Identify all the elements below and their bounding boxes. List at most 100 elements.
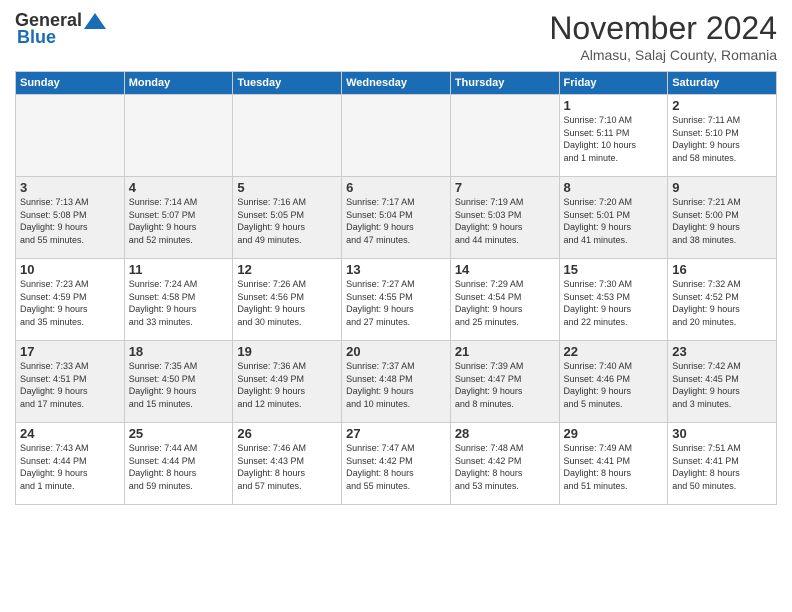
day-info: Sunrise: 7:30 AM Sunset: 4:53 PM Dayligh… (564, 278, 664, 328)
day-number: 29 (564, 426, 664, 441)
day-info: Sunrise: 7:43 AM Sunset: 4:44 PM Dayligh… (20, 442, 120, 492)
day-info: Sunrise: 7:32 AM Sunset: 4:52 PM Dayligh… (672, 278, 772, 328)
weekday-header: Wednesday (342, 72, 451, 95)
day-number: 1 (564, 98, 664, 113)
day-number: 26 (237, 426, 337, 441)
day-info: Sunrise: 7:10 AM Sunset: 5:11 PM Dayligh… (564, 114, 664, 164)
calendar-cell: 4Sunrise: 7:14 AM Sunset: 5:07 PM Daylig… (124, 177, 233, 259)
calendar-week-row: 24Sunrise: 7:43 AM Sunset: 4:44 PM Dayli… (16, 423, 777, 505)
day-number: 8 (564, 180, 664, 195)
calendar-cell: 20Sunrise: 7:37 AM Sunset: 4:48 PM Dayli… (342, 341, 451, 423)
day-info: Sunrise: 7:46 AM Sunset: 4:43 PM Dayligh… (237, 442, 337, 492)
calendar-cell: 12Sunrise: 7:26 AM Sunset: 4:56 PM Dayli… (233, 259, 342, 341)
day-info: Sunrise: 7:26 AM Sunset: 4:56 PM Dayligh… (237, 278, 337, 328)
day-number: 9 (672, 180, 772, 195)
calendar-cell: 1Sunrise: 7:10 AM Sunset: 5:11 PM Daylig… (559, 95, 668, 177)
calendar-cell: 5Sunrise: 7:16 AM Sunset: 5:05 PM Daylig… (233, 177, 342, 259)
day-info: Sunrise: 7:17 AM Sunset: 5:04 PM Dayligh… (346, 196, 446, 246)
day-number: 19 (237, 344, 337, 359)
day-number: 21 (455, 344, 555, 359)
title-block: November 2024 Almasu, Salaj County, Roma… (549, 10, 777, 63)
calendar-cell: 27Sunrise: 7:47 AM Sunset: 4:42 PM Dayli… (342, 423, 451, 505)
calendar-cell: 15Sunrise: 7:30 AM Sunset: 4:53 PM Dayli… (559, 259, 668, 341)
day-number: 23 (672, 344, 772, 359)
calendar-cell: 22Sunrise: 7:40 AM Sunset: 4:46 PM Dayli… (559, 341, 668, 423)
day-number: 27 (346, 426, 446, 441)
day-info: Sunrise: 7:27 AM Sunset: 4:55 PM Dayligh… (346, 278, 446, 328)
calendar-cell: 29Sunrise: 7:49 AM Sunset: 4:41 PM Dayli… (559, 423, 668, 505)
day-number: 7 (455, 180, 555, 195)
day-number: 4 (129, 180, 229, 195)
day-info: Sunrise: 7:35 AM Sunset: 4:50 PM Dayligh… (129, 360, 229, 410)
day-info: Sunrise: 7:16 AM Sunset: 5:05 PM Dayligh… (237, 196, 337, 246)
day-number: 22 (564, 344, 664, 359)
calendar-table: SundayMondayTuesdayWednesdayThursdayFrid… (15, 71, 777, 505)
day-number: 20 (346, 344, 446, 359)
day-number: 17 (20, 344, 120, 359)
calendar-cell: 24Sunrise: 7:43 AM Sunset: 4:44 PM Dayli… (16, 423, 125, 505)
calendar-cell (450, 95, 559, 177)
calendar-cell (342, 95, 451, 177)
day-info: Sunrise: 7:37 AM Sunset: 4:48 PM Dayligh… (346, 360, 446, 410)
weekday-header: Monday (124, 72, 233, 95)
weekday-header: Sunday (16, 72, 125, 95)
day-number: 3 (20, 180, 120, 195)
day-info: Sunrise: 7:24 AM Sunset: 4:58 PM Dayligh… (129, 278, 229, 328)
day-number: 6 (346, 180, 446, 195)
day-info: Sunrise: 7:11 AM Sunset: 5:10 PM Dayligh… (672, 114, 772, 164)
day-info: Sunrise: 7:49 AM Sunset: 4:41 PM Dayligh… (564, 442, 664, 492)
calendar-cell: 8Sunrise: 7:20 AM Sunset: 5:01 PM Daylig… (559, 177, 668, 259)
weekday-header: Thursday (450, 72, 559, 95)
day-number: 14 (455, 262, 555, 277)
day-number: 24 (20, 426, 120, 441)
day-info: Sunrise: 7:39 AM Sunset: 4:47 PM Dayligh… (455, 360, 555, 410)
calendar-cell: 6Sunrise: 7:17 AM Sunset: 5:04 PM Daylig… (342, 177, 451, 259)
day-info: Sunrise: 7:13 AM Sunset: 5:08 PM Dayligh… (20, 196, 120, 246)
day-info: Sunrise: 7:33 AM Sunset: 4:51 PM Dayligh… (20, 360, 120, 410)
logo-icon (84, 11, 106, 31)
weekday-header: Friday (559, 72, 668, 95)
logo-blue: Blue (15, 27, 56, 48)
weekday-header: Tuesday (233, 72, 342, 95)
day-info: Sunrise: 7:21 AM Sunset: 5:00 PM Dayligh… (672, 196, 772, 246)
calendar-cell: 28Sunrise: 7:48 AM Sunset: 4:42 PM Dayli… (450, 423, 559, 505)
day-info: Sunrise: 7:51 AM Sunset: 4:41 PM Dayligh… (672, 442, 772, 492)
day-info: Sunrise: 7:47 AM Sunset: 4:42 PM Dayligh… (346, 442, 446, 492)
day-number: 11 (129, 262, 229, 277)
calendar-cell (124, 95, 233, 177)
day-number: 5 (237, 180, 337, 195)
day-number: 28 (455, 426, 555, 441)
day-number: 10 (20, 262, 120, 277)
day-number: 13 (346, 262, 446, 277)
calendar-cell: 25Sunrise: 7:44 AM Sunset: 4:44 PM Dayli… (124, 423, 233, 505)
calendar-week-row: 17Sunrise: 7:33 AM Sunset: 4:51 PM Dayli… (16, 341, 777, 423)
day-info: Sunrise: 7:40 AM Sunset: 4:46 PM Dayligh… (564, 360, 664, 410)
location: Almasu, Salaj County, Romania (549, 47, 777, 63)
calendar-cell (233, 95, 342, 177)
day-number: 25 (129, 426, 229, 441)
day-number: 16 (672, 262, 772, 277)
day-number: 12 (237, 262, 337, 277)
day-info: Sunrise: 7:48 AM Sunset: 4:42 PM Dayligh… (455, 442, 555, 492)
calendar-header-row: SundayMondayTuesdayWednesdayThursdayFrid… (16, 72, 777, 95)
calendar-cell: 13Sunrise: 7:27 AM Sunset: 4:55 PM Dayli… (342, 259, 451, 341)
calendar-week-row: 1Sunrise: 7:10 AM Sunset: 5:11 PM Daylig… (16, 95, 777, 177)
calendar-cell: 16Sunrise: 7:32 AM Sunset: 4:52 PM Dayli… (668, 259, 777, 341)
day-number: 30 (672, 426, 772, 441)
calendar-cell (16, 95, 125, 177)
calendar-cell: 30Sunrise: 7:51 AM Sunset: 4:41 PM Dayli… (668, 423, 777, 505)
calendar-cell: 11Sunrise: 7:24 AM Sunset: 4:58 PM Dayli… (124, 259, 233, 341)
day-info: Sunrise: 7:36 AM Sunset: 4:49 PM Dayligh… (237, 360, 337, 410)
day-info: Sunrise: 7:19 AM Sunset: 5:03 PM Dayligh… (455, 196, 555, 246)
day-info: Sunrise: 7:23 AM Sunset: 4:59 PM Dayligh… (20, 278, 120, 328)
calendar-cell: 17Sunrise: 7:33 AM Sunset: 4:51 PM Dayli… (16, 341, 125, 423)
calendar-week-row: 10Sunrise: 7:23 AM Sunset: 4:59 PM Dayli… (16, 259, 777, 341)
day-info: Sunrise: 7:29 AM Sunset: 4:54 PM Dayligh… (455, 278, 555, 328)
logo: General Blue (15, 10, 106, 48)
weekday-header: Saturday (668, 72, 777, 95)
calendar-cell: 3Sunrise: 7:13 AM Sunset: 5:08 PM Daylig… (16, 177, 125, 259)
calendar-cell: 10Sunrise: 7:23 AM Sunset: 4:59 PM Dayli… (16, 259, 125, 341)
calendar-cell: 18Sunrise: 7:35 AM Sunset: 4:50 PM Dayli… (124, 341, 233, 423)
day-info: Sunrise: 7:42 AM Sunset: 4:45 PM Dayligh… (672, 360, 772, 410)
month-title: November 2024 (549, 10, 777, 47)
